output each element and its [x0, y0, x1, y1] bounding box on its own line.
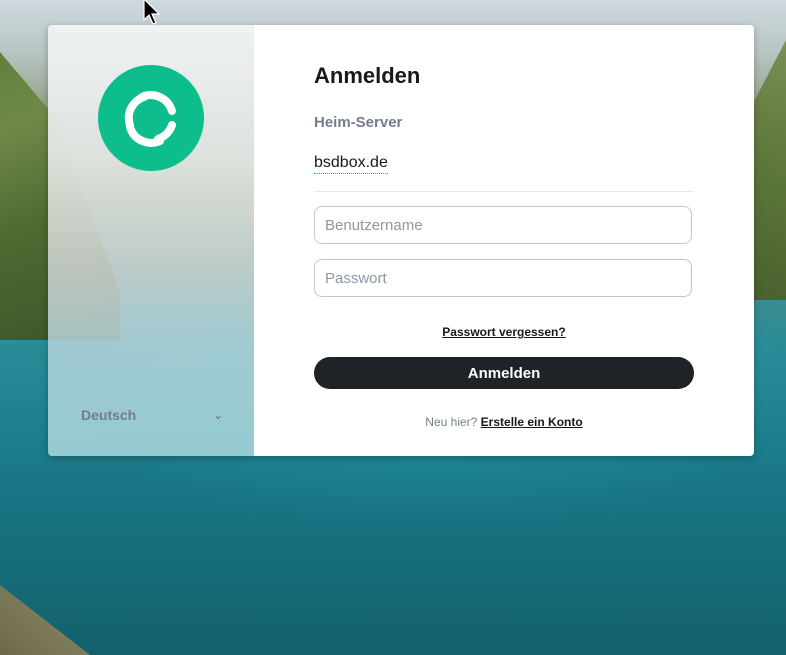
- username-input[interactable]: [314, 206, 692, 244]
- background-rock: [0, 585, 90, 655]
- page-title: Anmelden: [314, 63, 421, 88]
- new-here-text: Neu hier?: [425, 415, 478, 429]
- create-account-link[interactable]: Erstelle ein Konto: [481, 415, 583, 429]
- sign-in-button[interactable]: Anmelden: [314, 357, 694, 389]
- password-input[interactable]: [314, 259, 692, 297]
- forgot-password-link[interactable]: Passwort vergessen?: [314, 325, 694, 339]
- signup-prompt: Neu hier? Erstelle ein Konto: [314, 415, 694, 429]
- homeserver-label: Heim-Server: [314, 114, 403, 131]
- element-logo-icon: [98, 65, 204, 171]
- login-card: Deutsch ⌄ Anmelden Heim-Server bsdbox.de…: [48, 25, 754, 456]
- language-selector[interactable]: Deutsch ⌄: [81, 405, 223, 425]
- language-label: Deutsch: [81, 407, 137, 423]
- chevron-down-icon: ⌄: [212, 408, 223, 422]
- homeserver-link[interactable]: bsdbox.de: [314, 154, 388, 174]
- auth-sidebar: Deutsch ⌄: [48, 25, 254, 456]
- login-form: Anmelden Heim-Server bsdbox.de Passwort …: [254, 25, 754, 456]
- divider: [314, 191, 694, 192]
